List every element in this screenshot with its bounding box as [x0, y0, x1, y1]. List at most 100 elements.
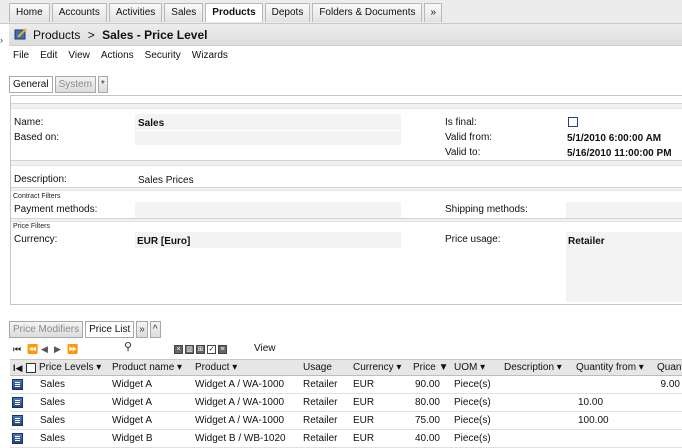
cell-uom: Piece(s)	[454, 397, 491, 408]
valid-to-value[interactable]: 5/16/2010 11:00:00 PM	[567, 147, 672, 160]
price-usage-value: Retailer	[568, 236, 605, 247]
sidebar-expand-icon[interactable]: ›	[0, 33, 6, 47]
top-tab-home[interactable]: Home	[9, 3, 50, 22]
title-separator: >	[87, 28, 95, 42]
select-all-checkbox[interactable]	[26, 363, 36, 373]
menu-wizards[interactable]: Wizards	[188, 49, 232, 63]
table-row[interactable]: Sales Widget A Widget A / WA-1000 Retail…	[10, 412, 682, 430]
form-divider	[11, 160, 682, 166]
cell-price-level: Sales	[40, 397, 66, 408]
price-list-item-icon[interactable]	[12, 397, 23, 408]
table-row[interactable]: Sales Widget A Widget A / WA-1000 Retail…	[10, 376, 682, 394]
cell-product: Widget A / WA-1000	[195, 397, 285, 408]
column-header-price[interactable]: Price ▼	[413, 362, 448, 374]
grid-tab-more-button[interactable]: »	[136, 321, 148, 338]
column-chooser-icon[interactable]: ▥	[185, 345, 194, 354]
cell-currency: EUR	[353, 433, 375, 444]
tab-general[interactable]: General	[9, 76, 53, 93]
column-header-product-name[interactable]: Product name ▾	[112, 362, 182, 374]
is-final-checkbox[interactable]	[568, 117, 578, 127]
payment-methods-label: Payment methods:	[14, 204, 98, 215]
column-header-description[interactable]: Description ▾	[504, 362, 562, 374]
top-tab-sales[interactable]: Sales	[164, 3, 204, 22]
cell-uom: Piece(s)	[454, 433, 491, 444]
clear-filter-icon[interactable]: ×	[174, 345, 183, 354]
form-tab-strip: General System *	[9, 76, 110, 93]
menu-file[interactable]: File	[9, 49, 33, 63]
form-divider	[11, 187, 682, 191]
valid-to-label: Valid to:	[445, 147, 481, 158]
export-icon[interactable]: ⊞	[196, 345, 205, 354]
tab-price-modifiers[interactable]: Price Modifiers	[9, 321, 84, 338]
select-all-icon[interactable]: ✓	[207, 345, 216, 354]
cell-price-level: Sales	[40, 415, 66, 426]
view-button[interactable]: View	[254, 343, 276, 355]
search-icon[interactable]: ⚲	[124, 342, 132, 353]
shipping-methods-field[interactable]	[566, 202, 682, 218]
tab-system[interactable]: System	[54, 76, 96, 93]
top-tab-folders-documents[interactable]: Folders & Documents	[312, 3, 423, 22]
column-header-uom[interactable]: UOM ▾	[454, 362, 485, 374]
cell-price: 75.00	[414, 415, 440, 426]
cell-price-level: Sales	[40, 379, 66, 390]
column-header-quantity-to[interactable]: Quant	[657, 362, 682, 374]
previous-page-block-icon[interactable]: ⏪	[27, 344, 38, 354]
column-header-currency[interactable]: Currency ▾	[353, 362, 401, 374]
cell-price: 40.00	[414, 433, 440, 444]
cell-usage: Retailer	[303, 415, 338, 426]
first-page-icon[interactable]: ⏮	[13, 344, 21, 354]
cell-product: Widget A / WA-1000	[195, 379, 285, 390]
grid-toolbar: ⏮ ⏪ ◀ ▶ ⏩ ⚲ × ▥ ⊞ ✓ ≡ View	[10, 341, 682, 357]
cell-currency: EUR	[353, 379, 375, 390]
grid-tab-strip: Price Modifiers Price List » ^	[9, 321, 163, 338]
column-header-price-levels[interactable]: Price Levels ▾	[39, 362, 101, 374]
cell-usage: Retailer	[303, 433, 338, 444]
form-divider	[11, 218, 682, 222]
column-header-usage[interactable]: Usage	[303, 362, 332, 374]
cell-quantity-from: 100.00	[578, 415, 609, 426]
cell-product: Widget B / WB-1020	[195, 433, 286, 444]
previous-page-icon[interactable]: ◀	[41, 344, 48, 354]
last-page-icon[interactable]: ⏩	[67, 344, 78, 354]
menu-bar: File Edit View Actions Security Wizards	[9, 49, 235, 63]
top-tab-accounts[interactable]: Accounts	[51, 3, 107, 22]
price-level-form: Name: Sales Based on: Is final: Valid fr…	[10, 95, 682, 305]
cell-quantity-from: 10.00	[578, 397, 604, 408]
cell-uom: Piece(s)	[454, 379, 491, 390]
table-row[interactable]: Sales Widget A Widget A / WA-1000 Retail…	[10, 394, 682, 412]
valid-from-value[interactable]: 5/1/2010 6:00:00 AM	[567, 132, 661, 145]
price-list-item-icon[interactable]	[12, 433, 23, 444]
top-tab-more-button[interactable]: »	[424, 3, 443, 22]
column-header-product[interactable]: Product ▾	[195, 362, 237, 374]
next-page-icon[interactable]: ▶	[54, 344, 61, 354]
cell-currency: EUR	[353, 415, 375, 426]
is-final-label: Is final:	[445, 117, 477, 128]
grid-collapse-button[interactable]: ^	[149, 321, 161, 338]
name-value: Sales	[138, 118, 165, 129]
cell-price: 90.00	[414, 379, 440, 390]
description-value[interactable]: Sales Prices	[138, 174, 194, 187]
contract-filters-heading: Contract Filters	[13, 193, 61, 200]
cell-product-name: Widget A	[112, 379, 153, 390]
title-module[interactable]: Products	[33, 28, 80, 42]
cell-price-level: Sales	[40, 433, 66, 444]
tab-more-button[interactable]: *	[97, 76, 108, 93]
name-label: Name:	[14, 117, 44, 128]
price-list-item-icon[interactable]	[12, 379, 23, 390]
payment-methods-field[interactable]	[135, 202, 401, 218]
name-field[interactable]	[135, 114, 401, 130]
column-header-quantity-from[interactable]: Quantity from ▾	[576, 362, 644, 374]
menu-actions[interactable]: Actions	[97, 49, 138, 63]
top-tab-products[interactable]: Products	[205, 3, 263, 22]
top-tab-activities[interactable]: Activities	[108, 3, 163, 22]
top-tab-depots[interactable]: Depots	[264, 3, 311, 22]
based-on-field[interactable]	[135, 131, 401, 145]
price-list-item-icon[interactable]	[12, 415, 23, 426]
shipping-methods-label: Shipping methods:	[445, 204, 528, 215]
menu-security[interactable]: Security	[141, 49, 185, 63]
table-row[interactable]: Sales Widget B Widget B / WB-1020 Retail…	[10, 430, 682, 448]
menu-edit[interactable]: Edit	[36, 49, 61, 63]
menu-view[interactable]: View	[64, 49, 94, 63]
grid-settings-icon[interactable]: ≡	[218, 345, 227, 354]
tab-price-list[interactable]: Price List	[85, 321, 135, 338]
